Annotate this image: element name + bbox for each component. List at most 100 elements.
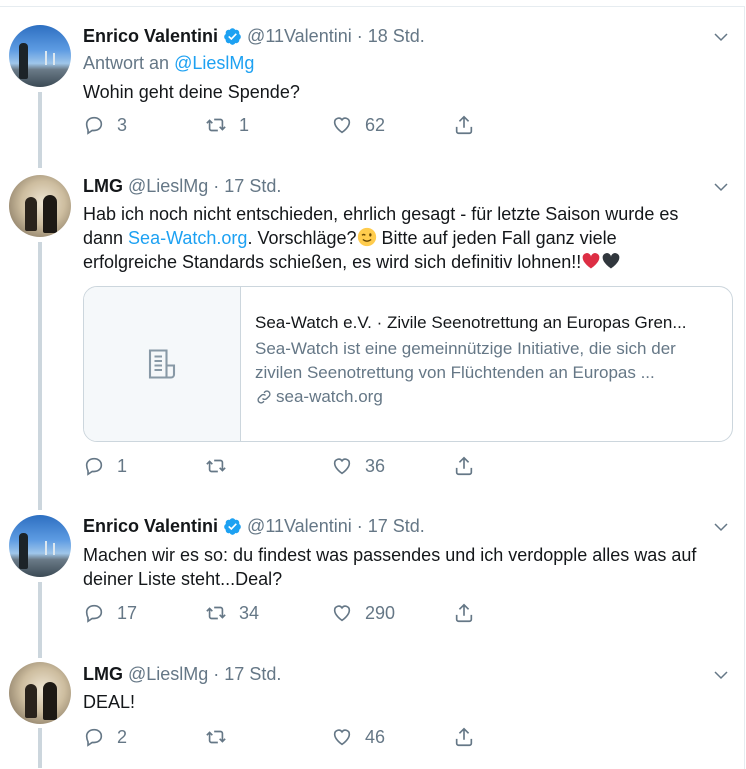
reply-icon bbox=[85, 457, 103, 476]
like-button[interactable]: 290 bbox=[331, 602, 395, 624]
card-domain: sea-watch.org bbox=[255, 387, 718, 407]
retweet-button[interactable] bbox=[205, 455, 239, 477]
reply-handle-link[interactable]: @LieslMg bbox=[174, 53, 254, 73]
timestamp[interactable]: 17 Std. bbox=[368, 516, 425, 537]
author-name[interactable]: Enrico Valentini bbox=[83, 26, 218, 47]
share-icon bbox=[455, 727, 473, 747]
link-preview-card[interactable]: Sea-Watch e.V. · Zivile Seenotrettung an… bbox=[83, 286, 733, 442]
verified-badge-icon bbox=[224, 28, 241, 45]
reply-count: 2 bbox=[117, 726, 128, 747]
tweet-header: LMG @LieslMg · 17 Std. bbox=[83, 664, 281, 685]
like-count: 62 bbox=[365, 114, 386, 135]
retweet-button[interactable]: 1 bbox=[205, 114, 249, 136]
author-handle[interactable]: @11Valentini bbox=[247, 26, 352, 47]
author-handle[interactable]: @LieslMg bbox=[128, 176, 208, 197]
avatar[interactable] bbox=[9, 515, 71, 577]
retweet-icon bbox=[206, 730, 226, 744]
tweet-actions: 3 1 62 bbox=[83, 114, 483, 140]
reply-context: Antwort an @LieslMg bbox=[83, 53, 254, 74]
card-body: Sea-Watch e.V. · Zivile Seenotrettung an… bbox=[241, 287, 732, 441]
reply-button[interactable]: 17 bbox=[83, 602, 137, 624]
like-count: 46 bbox=[365, 726, 386, 747]
chevron-down-icon[interactable] bbox=[712, 178, 730, 196]
share-icon bbox=[455, 115, 473, 135]
timestamp[interactable]: 17 Std. bbox=[224, 176, 281, 197]
reply-button[interactable]: 1 bbox=[83, 455, 127, 477]
tweet-header: Enrico Valentini @11Valentini · 18 Std. bbox=[83, 26, 425, 47]
separator-dot: · bbox=[356, 516, 363, 536]
share-button[interactable] bbox=[453, 455, 475, 477]
like-button[interactable]: 36 bbox=[331, 455, 385, 477]
author-name[interactable]: LMG bbox=[83, 664, 123, 685]
tweet-text-line: Hab ich noch nicht entschieden, ehrlich … bbox=[83, 204, 679, 224]
share-button[interactable] bbox=[453, 602, 475, 624]
text-segment: . Vorschläge? bbox=[247, 228, 357, 248]
chevron-down-icon[interactable] bbox=[712, 28, 730, 46]
thread-line bbox=[38, 582, 42, 658]
thread-line bbox=[38, 728, 42, 768]
text-segment: erfolgreiche Standards schießen, es wird… bbox=[83, 252, 582, 272]
thread-line bbox=[38, 242, 42, 510]
tweet-text: Machen wir es so: du findest was passend… bbox=[83, 545, 697, 589]
reply-button[interactable]: 2 bbox=[83, 726, 127, 748]
author-name[interactable]: Enrico Valentini bbox=[83, 516, 218, 537]
separator-dot: · bbox=[213, 176, 220, 196]
heart-icon bbox=[333, 605, 351, 622]
card-title: Sea-Watch e.V. · Zivile Seenotrettung an… bbox=[255, 313, 687, 332]
retweet-icon bbox=[206, 606, 226, 620]
text-segment: dann bbox=[83, 228, 129, 248]
red-heart-emoji-icon bbox=[582, 253, 600, 269]
share-button[interactable] bbox=[453, 114, 475, 136]
tweet-actions: 1 36 bbox=[83, 455, 483, 481]
like-count: 290 bbox=[365, 602, 396, 623]
heart-icon bbox=[333, 729, 351, 746]
black-heart-emoji-icon bbox=[602, 253, 620, 269]
author-name[interactable]: LMG bbox=[83, 176, 123, 197]
card-thumbnail bbox=[84, 287, 241, 441]
text-segment: Bitte auf jeden Fall ganz viele bbox=[376, 228, 617, 248]
tweet-text: DEAL! bbox=[83, 692, 136, 712]
reply-count: 17 bbox=[117, 602, 138, 623]
tweet-actions: 2 46 bbox=[83, 726, 483, 752]
like-button[interactable]: 46 bbox=[331, 726, 385, 748]
retweet-icon bbox=[206, 118, 226, 132]
retweet-icon bbox=[206, 459, 226, 473]
tweet-actions: 17 34 290 bbox=[83, 602, 483, 628]
reply-button[interactable]: 3 bbox=[83, 114, 127, 136]
separator-dot: · bbox=[356, 26, 363, 46]
tweet-text: Hab ich noch nicht entschieden, ehrlich … bbox=[83, 202, 722, 274]
sea-watch-link[interactable]: Sea-Watch.org bbox=[128, 228, 247, 248]
retweet-button[interactable]: 34 bbox=[205, 602, 259, 624]
link-icon bbox=[257, 390, 271, 404]
share-icon bbox=[455, 603, 473, 623]
reply-count: 1 bbox=[117, 455, 128, 476]
article-icon bbox=[148, 349, 176, 379]
card-description: Sea-Watch ist eine gemeinnützige Initiat… bbox=[255, 339, 676, 382]
retweet-count: 34 bbox=[239, 602, 260, 623]
chevron-down-icon[interactable] bbox=[712, 518, 730, 536]
reply-count: 3 bbox=[117, 114, 128, 135]
like-button[interactable]: 62 bbox=[331, 114, 385, 136]
verified-badge-icon bbox=[224, 518, 241, 535]
timestamp[interactable]: 17 Std. bbox=[224, 664, 281, 685]
avatar[interactable] bbox=[9, 175, 71, 237]
retweet-button[interactable] bbox=[205, 726, 239, 748]
chevron-down-icon[interactable] bbox=[712, 666, 730, 684]
tweet-text-line: dann Sea-Watch.org. Vorschläge? Bitte au… bbox=[83, 226, 722, 250]
heart-icon bbox=[333, 458, 351, 475]
timestamp[interactable]: 18 Std. bbox=[368, 26, 425, 47]
avatar[interactable] bbox=[9, 662, 71, 724]
avatar[interactable] bbox=[9, 25, 71, 87]
author-handle[interactable]: @LieslMg bbox=[128, 664, 208, 685]
share-icon bbox=[455, 456, 473, 476]
reply-icon bbox=[85, 728, 103, 747]
tweet-text-line: erfolgreiche Standards schießen, es wird… bbox=[83, 250, 722, 274]
winking-face-emoji-icon bbox=[357, 227, 376, 247]
reply-prefix: Antwort an bbox=[83, 53, 170, 73]
tweet-text: Wohin geht deine Spende? bbox=[83, 82, 300, 102]
card-domain-text: sea-watch.org bbox=[276, 387, 383, 406]
tweet-header: LMG @LieslMg · 17 Std. bbox=[83, 176, 281, 197]
retweet-count: 1 bbox=[239, 114, 250, 135]
author-handle[interactable]: @11Valentini bbox=[247, 516, 352, 537]
share-button[interactable] bbox=[453, 726, 475, 748]
